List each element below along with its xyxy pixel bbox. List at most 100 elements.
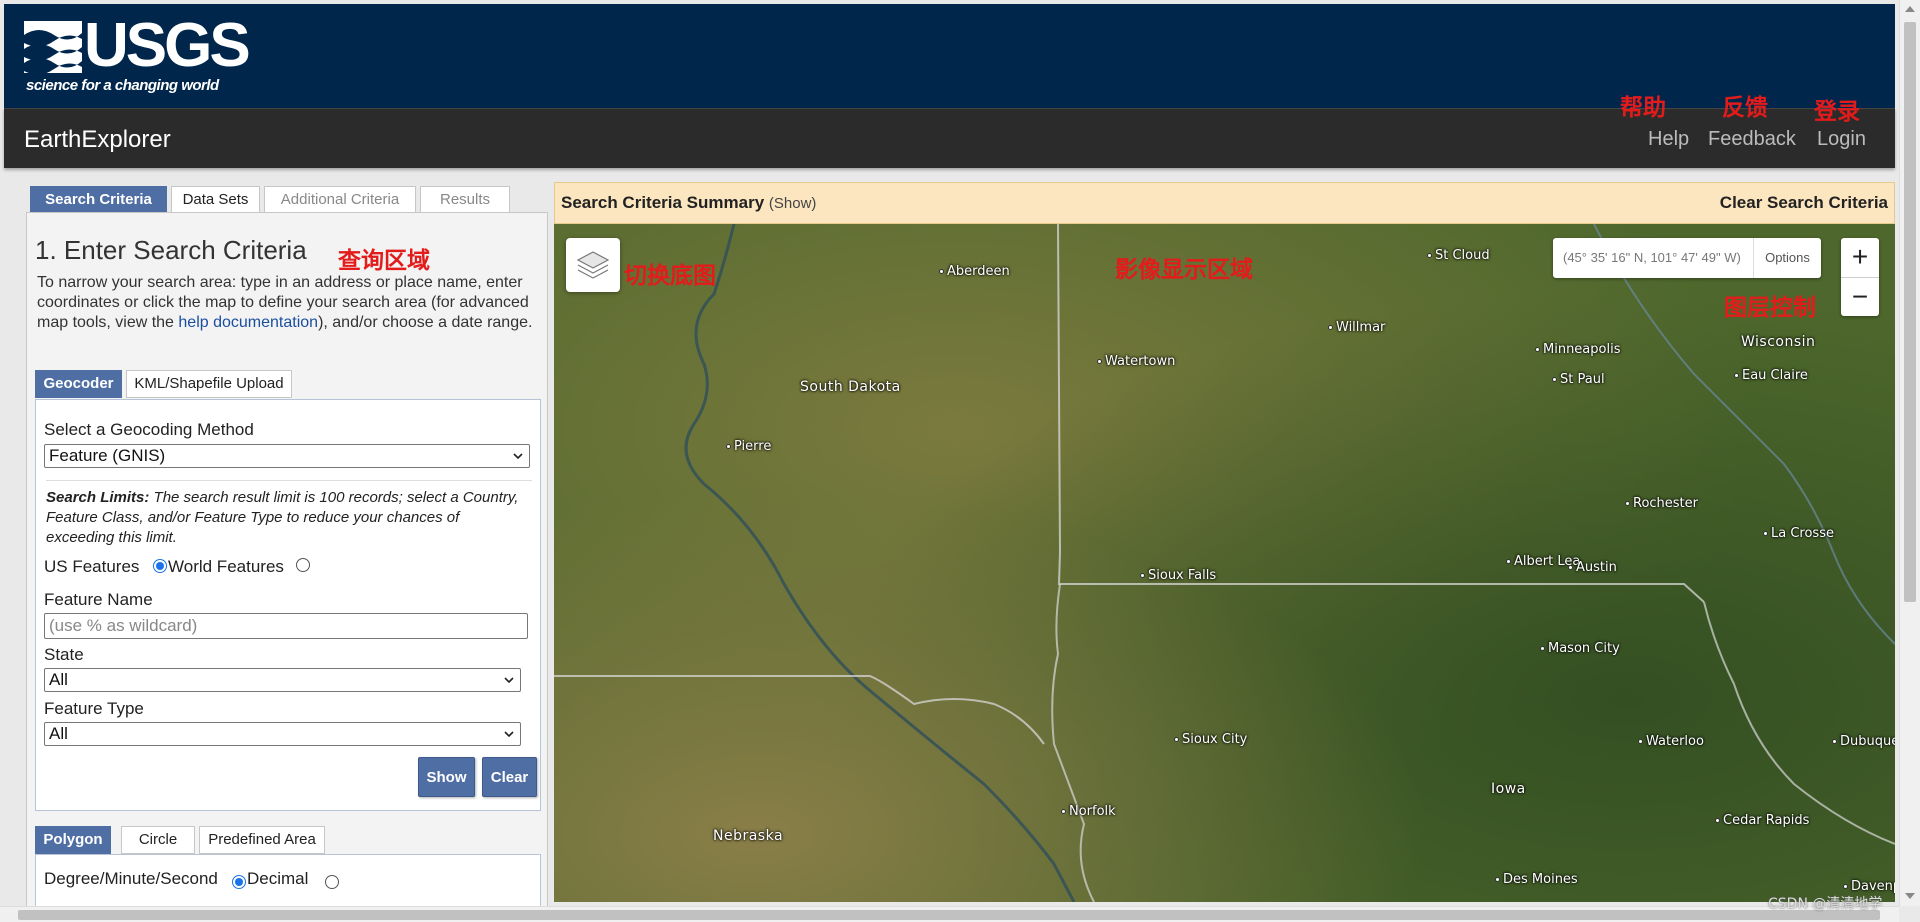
- map-city-label: Cedar Rapids: [1715, 813, 1809, 828]
- scroll-down-arrow-icon[interactable]: [1905, 893, 1915, 899]
- city-name: Watertown: [1105, 354, 1176, 369]
- map-city-label: St Paul: [1552, 372, 1605, 387]
- city-dot: [1715, 818, 1720, 823]
- zoom-in-button[interactable]: +: [1841, 238, 1879, 277]
- feature-name-input[interactable]: (use % as wildcard): [44, 613, 528, 639]
- map-city-label: Austin: [1568, 560, 1617, 575]
- geocoding-method-select[interactable]: Feature (GNIS): [44, 444, 530, 468]
- feedback-link[interactable]: Feedback: [1708, 128, 1796, 151]
- us-features-radio[interactable]: [153, 559, 167, 573]
- usgs-logo[interactable]: USGS science for a changing world: [24, 15, 251, 97]
- city-name: Austin: [1576, 560, 1617, 575]
- tab-kml-shapefile-upload[interactable]: KML/Shapefile Upload: [126, 370, 292, 398]
- annotation-layer-control: 图层控制: [1724, 295, 1816, 321]
- city-dot: [1734, 373, 1739, 378]
- city-dot: [1552, 377, 1557, 382]
- search-criteria-panel: 1. Enter Search Criteria To narrow your …: [26, 212, 548, 914]
- map-city-label: Sioux Falls: [1140, 568, 1216, 583]
- city-name: Pierre: [734, 439, 772, 454]
- city-dot: [1328, 325, 1333, 330]
- zoom-out-button[interactable]: −: [1841, 277, 1879, 316]
- basemap-switcher-button[interactable]: [566, 238, 620, 292]
- feature-type-value: All: [49, 724, 68, 743]
- summary-show-link[interactable]: (Show): [769, 195, 817, 212]
- coordinate-readout: (45° 35' 16" N, 101° 47' 49" W) Options: [1553, 238, 1821, 278]
- map-city-label: La Crosse: [1763, 526, 1834, 541]
- page: USGS science for a changing world EarthE…: [0, 0, 1920, 922]
- map-city-label: Sioux City: [1174, 732, 1247, 747]
- tab-additional-criteria[interactable]: Additional Criteria: [264, 186, 416, 213]
- watermark: CSDN @清清地学: [1768, 896, 1883, 912]
- geocoding-method-label: Select a Geocoding Method: [44, 420, 254, 439]
- map-view[interactable]: South Dakota Nebraska Iowa Wisconsin Abe…: [554, 224, 1895, 902]
- tab-data-sets[interactable]: Data Sets: [171, 186, 260, 213]
- world-features-radio[interactable]: [296, 558, 310, 572]
- show-button[interactable]: Show: [418, 757, 475, 797]
- coordinate-value: (45° 35' 16" N, 101° 47' 49" W): [1563, 250, 1741, 265]
- layers-icon: [576, 251, 610, 279]
- search-description: To narrow your search area: type in an a…: [37, 273, 542, 333]
- city-dot: [1061, 809, 1066, 814]
- tab-search-criteria[interactable]: Search Criteria: [30, 186, 167, 213]
- city-name: La Crosse: [1771, 526, 1834, 541]
- usgs-tagline: science for a changing world: [26, 77, 219, 94]
- tab-circle[interactable]: Circle: [121, 826, 195, 854]
- search-limits-note: Search Limits: The search result limit i…: [46, 488, 526, 548]
- help-link[interactable]: Help: [1648, 128, 1689, 151]
- clear-search-criteria-link[interactable]: Clear Search Criteria: [1720, 193, 1888, 213]
- vertical-scroll-thumb[interactable]: [1904, 22, 1916, 602]
- map-city-label: Mason City: [1540, 641, 1620, 656]
- city-name: Sioux Falls: [1148, 568, 1217, 583]
- login-link[interactable]: Login: [1817, 128, 1866, 151]
- usgs-wave-icon: [24, 21, 82, 73]
- decimal-label: Decimal: [247, 869, 309, 888]
- clear-button[interactable]: Clear: [482, 757, 537, 797]
- zoom-control: + −: [1841, 238, 1879, 316]
- city-dot: [1832, 739, 1837, 744]
- tab-geocoder[interactable]: Geocoder: [35, 370, 122, 398]
- map-region-label: Nebraska: [713, 828, 784, 844]
- geocoder-box: Select a Geocoding Method Feature (GNIS)…: [35, 399, 541, 811]
- city-name: Waterloo: [1646, 734, 1704, 749]
- map-city-label: Des Moines: [1495, 872, 1578, 887]
- city-name: Aberdeen: [947, 264, 1010, 279]
- map-city-label: Rochester: [1625, 496, 1698, 511]
- map-city-label: St Cloud: [1427, 248, 1490, 263]
- city-dot: [1843, 884, 1848, 889]
- map-city-label: Pierre: [726, 439, 771, 454]
- state-value: All: [49, 670, 68, 689]
- dms-radio[interactable]: [232, 875, 246, 889]
- horizontal-scroll-thumb[interactable]: [18, 910, 1880, 920]
- tab-polygon[interactable]: Polygon: [35, 826, 111, 854]
- map-city-label: Eau Claire: [1734, 368, 1808, 383]
- map-city-label: Watertown: [1097, 354, 1175, 369]
- feature-name-label: Feature Name: [44, 590, 153, 609]
- tab-predefined-area[interactable]: Predefined Area: [199, 826, 325, 854]
- city-name: Willmar: [1336, 320, 1386, 335]
- map-city-label: Waterloo: [1638, 734, 1704, 749]
- geocoding-method-value: Feature (GNIS): [49, 446, 166, 465]
- help-documentation-link[interactable]: help documentation: [178, 314, 318, 331]
- tab-results[interactable]: Results: [420, 186, 510, 213]
- us-features-label: US Features: [44, 557, 140, 576]
- city-name: Davenp: [1851, 879, 1895, 894]
- city-name: Mason City: [1548, 641, 1620, 656]
- usgs-header: USGS science for a changing world: [4, 4, 1895, 108]
- city-dot: [1140, 573, 1145, 578]
- feature-type-select[interactable]: All: [44, 722, 521, 746]
- city-dot: [1540, 646, 1545, 651]
- annotation-login: 登录: [1814, 99, 1860, 125]
- map-region-label: Iowa: [1491, 781, 1526, 797]
- vertical-scrollbar[interactable]: [1899, 0, 1920, 906]
- city-dot: [1495, 877, 1500, 882]
- decimal-radio[interactable]: [325, 875, 339, 889]
- summary-title-text: Search Criteria Summary: [561, 193, 765, 212]
- chevron-down-icon: [504, 677, 514, 684]
- state-select[interactable]: All: [44, 668, 521, 692]
- state-label: State: [44, 645, 84, 664]
- app-title[interactable]: EarthExplorer: [24, 126, 171, 154]
- map-city-label: Dubuque: [1832, 734, 1895, 749]
- scroll-up-arrow-icon[interactable]: [1905, 6, 1915, 12]
- options-button[interactable]: Options: [1753, 238, 1821, 278]
- horizontal-scrollbar[interactable]: [0, 906, 1899, 922]
